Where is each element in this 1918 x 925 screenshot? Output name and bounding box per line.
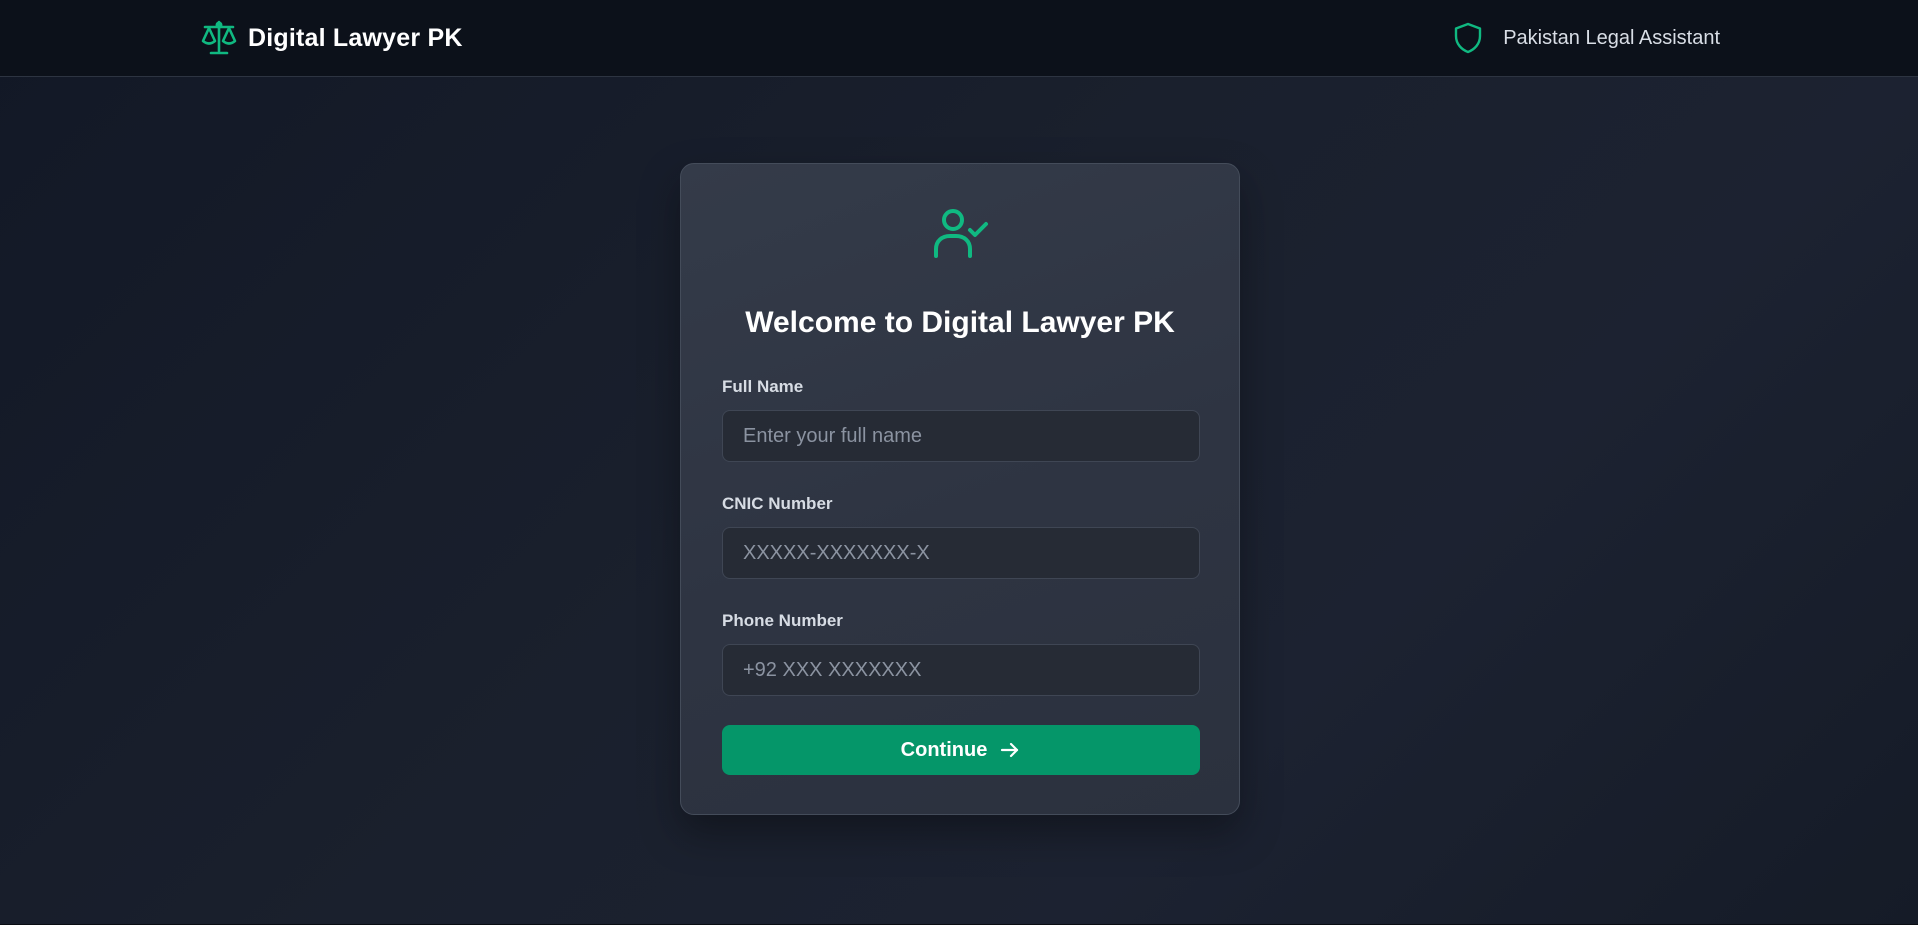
cnic-input[interactable] xyxy=(722,527,1200,579)
full-name-input[interactable] xyxy=(722,410,1200,462)
cnic-label: CNIC Number xyxy=(722,494,833,513)
user-check-icon xyxy=(934,209,988,258)
scale-icon xyxy=(201,20,237,55)
app-title: Digital Lawyer PK xyxy=(248,23,463,52)
login-card: Welcome to Digital Lawyer PK Full Name C… xyxy=(680,163,1240,815)
tagline-area: Pakistan Legal Assistant xyxy=(1453,21,1720,55)
continue-button-label: Continue xyxy=(900,738,988,761)
continue-button[interactable]: Continue xyxy=(722,725,1200,775)
phone-label: Phone Number xyxy=(722,611,843,630)
tagline-text: Pakistan Legal Assistant xyxy=(1503,26,1720,49)
welcome-title: Welcome to Digital Lawyer PK xyxy=(745,306,1175,339)
brand[interactable]: Digital Lawyer PK xyxy=(200,20,463,56)
arrow-right-icon xyxy=(1001,742,1019,758)
full-name-label: Full Name xyxy=(722,377,804,396)
shield-icon xyxy=(1455,22,1482,54)
phone-input[interactable] xyxy=(722,644,1200,696)
top-navbar: Digital Lawyer PK Pakistan Legal Assista… xyxy=(0,0,1918,77)
